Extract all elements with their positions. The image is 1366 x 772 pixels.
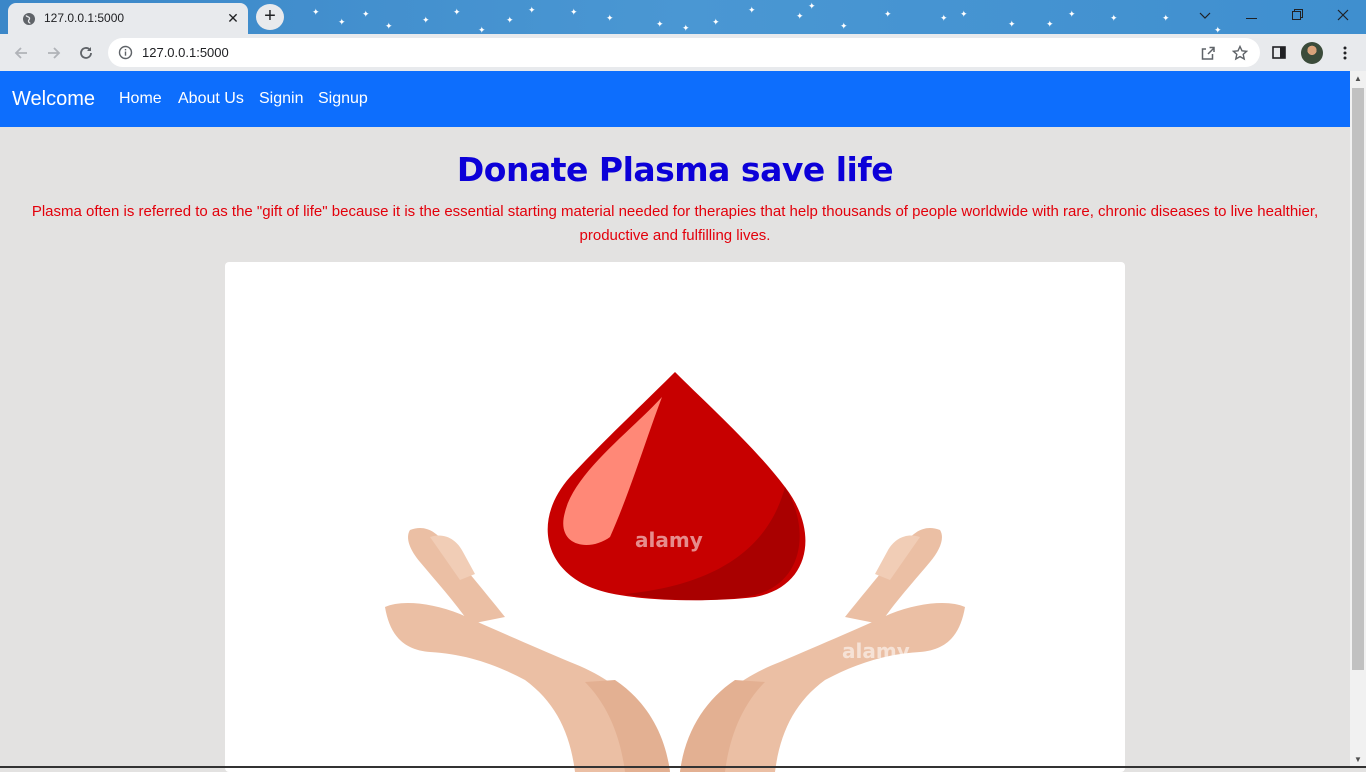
avatar[interactable] xyxy=(1301,42,1323,64)
nav-link-signin[interactable]: Signin xyxy=(259,90,303,108)
page-scrollbar[interactable]: ▲ ▼ xyxy=(1350,71,1366,768)
menu-icon[interactable] xyxy=(1333,41,1357,65)
scroll-up-icon[interactable]: ▲ xyxy=(1350,71,1366,87)
url-text[interactable]: 127.0.0.1:5000 xyxy=(142,45,229,60)
star-decoration: ✦ xyxy=(796,11,804,21)
browser-titlebar: ✦ ✦ ✦ ✦ ✦ ✦ ✦ ✦ ✦ ✦ ✦ ✦ ✦ ✦ ✦ ✦ ✦ ✦ ✦ ✦ … xyxy=(0,0,1366,34)
site-navbar: Welcome Home About Us Signin Signup xyxy=(0,71,1350,127)
star-decoration: ✦ xyxy=(338,17,346,27)
intro-paragraph: Plasma often is referred to as the "gift… xyxy=(31,203,1319,244)
star-decoration: ✦ xyxy=(748,5,756,15)
star-decoration: ✦ xyxy=(506,15,514,25)
star-icon[interactable] xyxy=(1230,43,1250,63)
nav-link-about-us[interactable]: About Us xyxy=(178,90,244,108)
star-decoration: ✦ xyxy=(656,19,664,29)
hero-image-card: alamy alamy xyxy=(225,262,1125,772)
brand-link[interactable]: Welcome xyxy=(12,88,95,111)
star-decoration: ✦ xyxy=(1110,13,1118,23)
back-icon[interactable] xyxy=(8,40,34,66)
star-decoration: ✦ xyxy=(385,21,393,31)
share-icon[interactable] xyxy=(1198,43,1218,63)
side-panel-icon[interactable] xyxy=(1267,41,1291,65)
star-decoration: ✦ xyxy=(1162,13,1170,23)
close-icon[interactable] xyxy=(1320,0,1366,30)
star-decoration: ✦ xyxy=(528,5,536,15)
nav-link-home[interactable]: Home xyxy=(119,90,162,108)
star-decoration: ✦ xyxy=(362,9,370,19)
restore-icon[interactable] xyxy=(1274,0,1320,30)
plus-icon[interactable]: + xyxy=(256,4,284,30)
chevron-down-icon[interactable] xyxy=(1182,0,1228,30)
page-title: Donate Plasma save life xyxy=(456,150,894,189)
scroll-thumb[interactable] xyxy=(1352,88,1364,670)
close-icon[interactable]: ✕ xyxy=(224,9,242,27)
star-decoration: ✦ xyxy=(840,21,848,31)
star-decoration: ✦ xyxy=(478,25,486,35)
star-decoration: ✦ xyxy=(1008,19,1016,29)
nav-link-signup[interactable]: Signup xyxy=(318,90,368,108)
star-decoration: ✦ xyxy=(884,9,892,19)
image-watermark: alamy xyxy=(842,639,910,663)
reload-icon[interactable] xyxy=(73,40,99,66)
star-decoration: ✦ xyxy=(712,17,720,27)
browser-toolbar: 127.0.0.1:5000 xyxy=(0,34,1366,71)
info-icon[interactable] xyxy=(118,45,133,60)
star-decoration: ✦ xyxy=(960,9,968,19)
forward-icon[interactable] xyxy=(41,40,67,66)
star-decoration: ✦ xyxy=(1068,9,1076,19)
star-decoration: ✦ xyxy=(1046,19,1054,29)
star-decoration: ✦ xyxy=(453,7,461,17)
star-decoration: ✦ xyxy=(312,7,320,17)
tab-title: 127.0.0.1:5000 xyxy=(44,11,125,25)
star-decoration: ✦ xyxy=(570,7,578,17)
browser-tab[interactable]: 127.0.0.1:5000 ✕ xyxy=(8,3,248,34)
star-decoration: ✦ xyxy=(682,23,690,33)
star-decoration: ✦ xyxy=(422,15,430,25)
address-bar[interactable]: 127.0.0.1:5000 xyxy=(108,38,1260,67)
blood-drop-in-hands-image: alamy alamy xyxy=(385,372,965,772)
star-decoration: ✦ xyxy=(940,13,948,23)
star-decoration: ✦ xyxy=(808,1,816,11)
minimize-icon[interactable] xyxy=(1228,0,1274,30)
globe-icon xyxy=(23,13,35,25)
image-watermark: alamy xyxy=(635,528,703,552)
star-decoration: ✦ xyxy=(606,13,614,23)
